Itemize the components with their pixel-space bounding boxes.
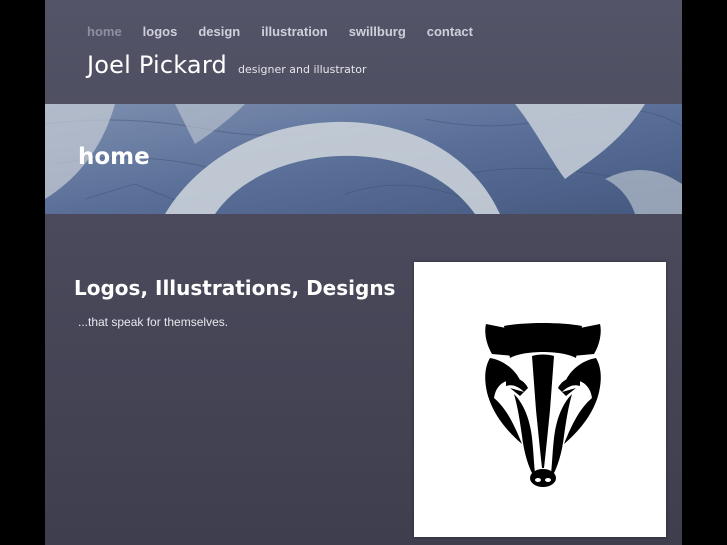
- site-tagline: designer and illustrator: [238, 63, 367, 76]
- badger-head-icon: [485, 323, 601, 487]
- banner-title: home: [78, 144, 150, 170]
- nav-contact[interactable]: contact: [427, 24, 473, 39]
- nav-home[interactable]: home: [87, 24, 122, 39]
- page-container: home logos design illustration swillburg…: [45, 0, 682, 545]
- main-nav: home logos design illustration swillburg…: [87, 24, 494, 39]
- nav-design[interactable]: design: [198, 24, 240, 39]
- page-heading: Logos, Illustrations, Designs: [74, 276, 396, 301]
- site-name: Joel Pickard: [87, 51, 227, 79]
- nav-swillburg[interactable]: swillburg: [349, 24, 406, 39]
- page-subheading: ...that speak for themselves.: [78, 315, 229, 329]
- nav-logos[interactable]: logos: [143, 24, 178, 39]
- header-banner: home: [45, 104, 682, 214]
- nav-illustration[interactable]: illustration: [261, 24, 327, 39]
- site-title[interactable]: Joel Pickard designer and illustrator: [87, 51, 366, 79]
- featured-logo-card[interactable]: [414, 262, 666, 537]
